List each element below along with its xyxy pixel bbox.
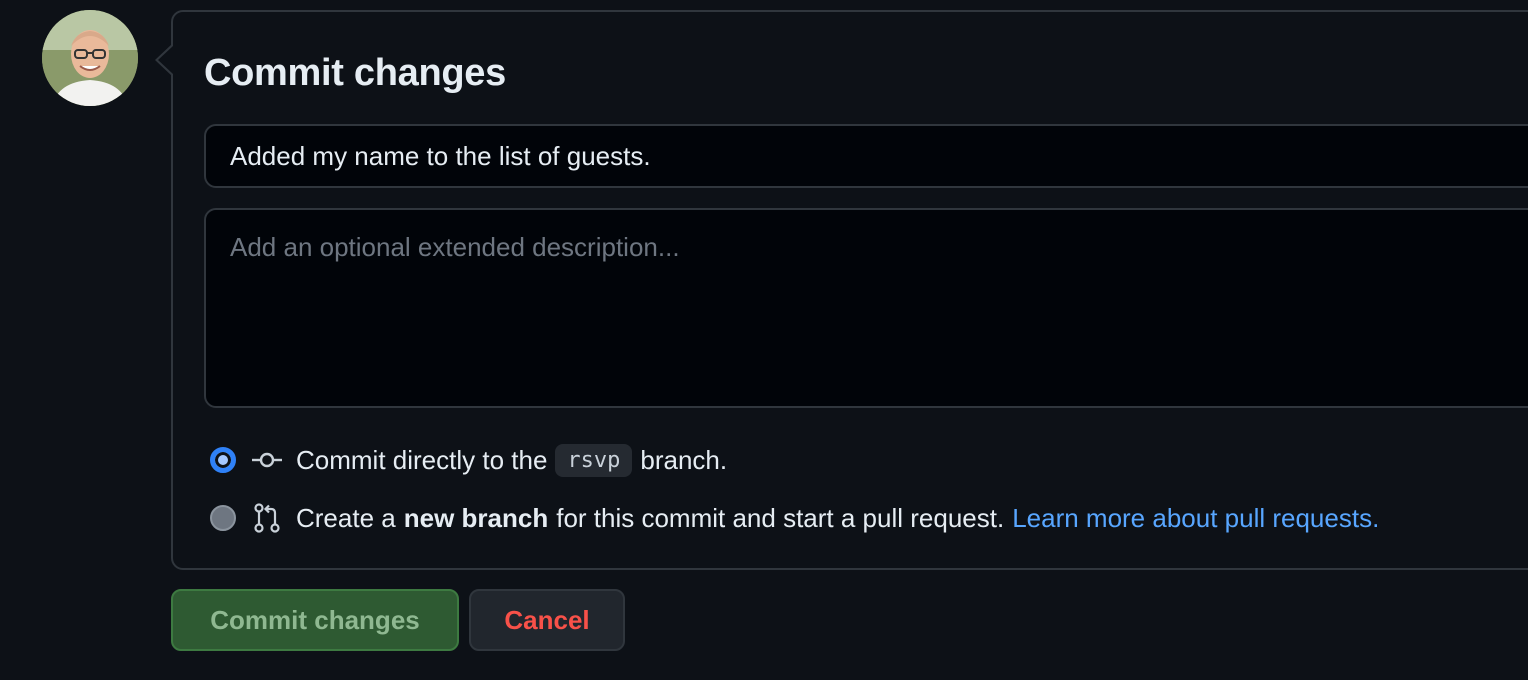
commit-direct-radio[interactable] bbox=[210, 447, 236, 473]
commit-description-textarea[interactable] bbox=[204, 208, 1528, 408]
user-avatar-image bbox=[42, 10, 138, 106]
cancel-button[interactable]: Cancel bbox=[469, 589, 625, 651]
git-pull-request-icon bbox=[254, 503, 280, 533]
new-branch-text-bold: new branch bbox=[403, 502, 549, 533]
commit-direct-text-prefix: Commit directly to the bbox=[296, 444, 548, 475]
new-branch-option[interactable]: Create a new branch for this commit and … bbox=[210, 498, 1379, 538]
new-branch-radio[interactable] bbox=[210, 505, 236, 531]
commit-direct-text-suffix: branch. bbox=[640, 444, 728, 475]
form-title: Commit changes bbox=[204, 52, 506, 94]
commit-summary-input[interactable] bbox=[204, 124, 1528, 188]
panel-pointer-fill bbox=[158, 46, 173, 74]
user-avatar[interactable] bbox=[42, 10, 138, 106]
new-branch-text-suffix: for this commit and start a pull request… bbox=[556, 502, 1005, 533]
commit-changes-button[interactable]: Commit changes bbox=[171, 589, 459, 651]
git-commit-icon bbox=[252, 452, 282, 468]
branch-name-badge: rsvp bbox=[555, 443, 633, 477]
new-branch-text-prefix: Create a bbox=[296, 502, 396, 533]
commit-direct-option[interactable]: Commit directly to the rsvp branch. bbox=[210, 440, 727, 480]
learn-more-pull-requests-link[interactable]: Learn more about pull requests. bbox=[1012, 503, 1379, 534]
